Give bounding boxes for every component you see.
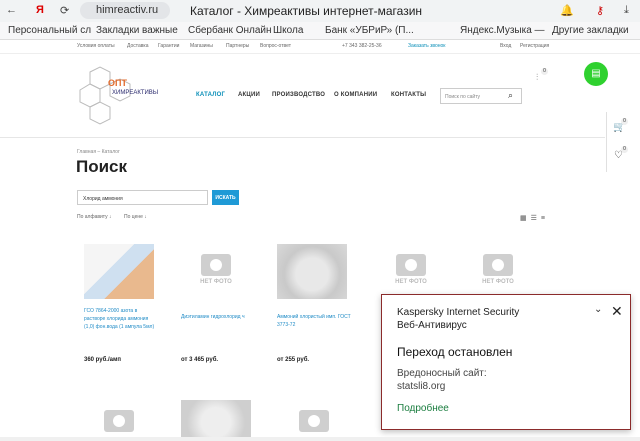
download-icon[interactable]: ⤓: [624, 4, 629, 17]
product-name[interactable]: ГСО 7864-2000 азота в растворе хлорида а…: [84, 307, 159, 331]
search-button[interactable]: ИСКАТЬ: [212, 190, 239, 205]
camera-icon: [483, 254, 513, 276]
divider: [0, 137, 605, 138]
register-link[interactable]: Регистрация: [520, 43, 549, 49]
product-image[interactable]: [181, 400, 251, 437]
nav-production[interactable]: ПРОИЗВОДСТВО: [272, 92, 325, 98]
no-photo-label: НЕТ ФОТО: [200, 279, 232, 285]
camera-icon: [201, 254, 231, 276]
svg-text:ОПТ: ОПТ: [108, 78, 127, 88]
bookmark-item[interactable]: Банк «УБРиР» (П...: [325, 25, 414, 36]
bookmark-item[interactable]: Другие закладки: [552, 25, 629, 36]
camera-icon: [299, 410, 329, 432]
cart-count: 0: [621, 118, 628, 125]
notification-product: Kaspersky Internet Security: [397, 307, 520, 318]
bookmark-item[interactable]: Школа: [273, 25, 303, 36]
search-query-input[interactable]: Хлорид аммония: [77, 190, 208, 205]
no-photo-placeholder[interactable]: НЕТ ФОТО: [463, 254, 533, 285]
reload-icon[interactable]: ⟳: [60, 4, 69, 17]
top-link[interactable]: Вопрос-ответ: [260, 43, 291, 49]
top-link[interactable]: Магазины: [190, 43, 213, 49]
right-sidebar: 🛒 0 ♡ 0: [606, 112, 640, 172]
phone-number[interactable]: +7 343 382-25-36: [342, 43, 382, 49]
search-icon[interactable]: ⌕: [508, 90, 513, 101]
product-name[interactable]: Аммоний хлористый имп. ГОСТ 3773-72: [277, 313, 352, 329]
bookmarks-bar: Персональный сл Закладки важные Сбербанк…: [0, 22, 640, 40]
no-photo-placeholder[interactable]: НЕТ ФОТО: [181, 254, 251, 285]
malicious-site: statsli8.org: [397, 381, 446, 392]
extension-icon[interactable]: 🔔: [560, 4, 574, 17]
top-link[interactable]: Доставка: [127, 43, 148, 49]
compare-count: 0: [541, 68, 548, 75]
no-photo-placeholder[interactable]: НЕТ ФОТО: [376, 254, 446, 285]
top-link[interactable]: Партнеры: [226, 43, 249, 49]
camera-icon: [104, 410, 134, 432]
browser-toolbar: ← Я ⟳ himreactiv.ru Каталог - Химреактив…: [0, 0, 640, 22]
site-logo[interactable]: ОПТ ХИМРЕАКТИВЫ: [70, 62, 180, 132]
chevron-down-icon[interactable]: ⌄: [594, 304, 602, 315]
product-price: от 255 руб.: [277, 357, 310, 363]
site-top-strip: Условия оплаты Доставка Гарантии Магазин…: [0, 40, 640, 54]
sort-alphabet[interactable]: По алфавиту ↓: [77, 214, 112, 220]
details-link[interactable]: Подробнее: [397, 403, 449, 414]
page-title-bar: Каталог - Химреактивы интернет-магазин: [190, 4, 423, 18]
close-icon[interactable]: ✕: [611, 303, 623, 320]
notification-heading: Переход остановлен: [397, 345, 513, 359]
bookmark-item[interactable]: Закладки важные: [96, 25, 178, 36]
address-bar[interactable]: himreactiv.ru: [80, 2, 170, 19]
view-toggle-icons[interactable]: ▦☰≡: [520, 214, 549, 222]
bookmark-item[interactable]: Сбербанк Онлайн: [188, 25, 272, 36]
notification-component: Веб-Антивирус: [397, 320, 467, 331]
nav-contacts[interactable]: КОНТАКТЫ: [391, 92, 426, 98]
key-icon[interactable]: ⚷: [596, 4, 604, 17]
no-photo-label: НЕТ ФОТО: [395, 279, 427, 285]
antivirus-notification: Kaspersky Internet Security Веб-Антивиру…: [381, 294, 631, 430]
bookmark-item[interactable]: Персональный сл: [8, 25, 91, 36]
top-link[interactable]: Гарантии: [158, 43, 179, 49]
no-photo-label: НЕТ ФОТО: [482, 279, 514, 285]
nav-catalog[interactable]: КАТАЛОГ: [196, 92, 225, 98]
no-photo-placeholder[interactable]: [279, 410, 349, 432]
malicious-label: Вредоносный сайт:: [397, 368, 487, 379]
camera-icon: [396, 254, 426, 276]
product-price: от 3 465 руб.: [181, 357, 219, 363]
bookmark-item[interactable]: Яндекс.Музыка —: [460, 25, 545, 36]
top-link[interactable]: Условия оплаты: [77, 43, 115, 49]
logo-text: ХИМРЕАКТИВЫ: [112, 90, 158, 96]
page-title: Поиск: [76, 157, 128, 176]
breadcrumb[interactable]: Главная – Каталог: [77, 149, 120, 155]
compare-icon[interactable]: ⫶: [536, 72, 538, 83]
yandex-icon[interactable]: Я: [36, 4, 44, 16]
taskbar-edge: [0, 437, 640, 441]
chat-widget-button[interactable]: ▤: [584, 62, 608, 86]
back-icon[interactable]: ←: [6, 4, 17, 16]
product-image[interactable]: [84, 244, 154, 299]
product-price: 360 руб./амп: [84, 357, 122, 363]
nav-about[interactable]: О КОМПАНИИ: [334, 92, 377, 98]
login-link[interactable]: Вход: [500, 43, 511, 49]
wishlist-count: 0: [621, 146, 628, 153]
callback-link[interactable]: Заказать звонок: [408, 43, 445, 49]
product-name[interactable]: Диэтиламин гидрохлорид ч: [181, 313, 256, 321]
sort-price[interactable]: По цене ↓: [124, 214, 147, 220]
product-image[interactable]: [277, 244, 347, 299]
no-photo-placeholder[interactable]: [84, 410, 154, 432]
nav-sales[interactable]: АКЦИИ: [238, 92, 260, 98]
